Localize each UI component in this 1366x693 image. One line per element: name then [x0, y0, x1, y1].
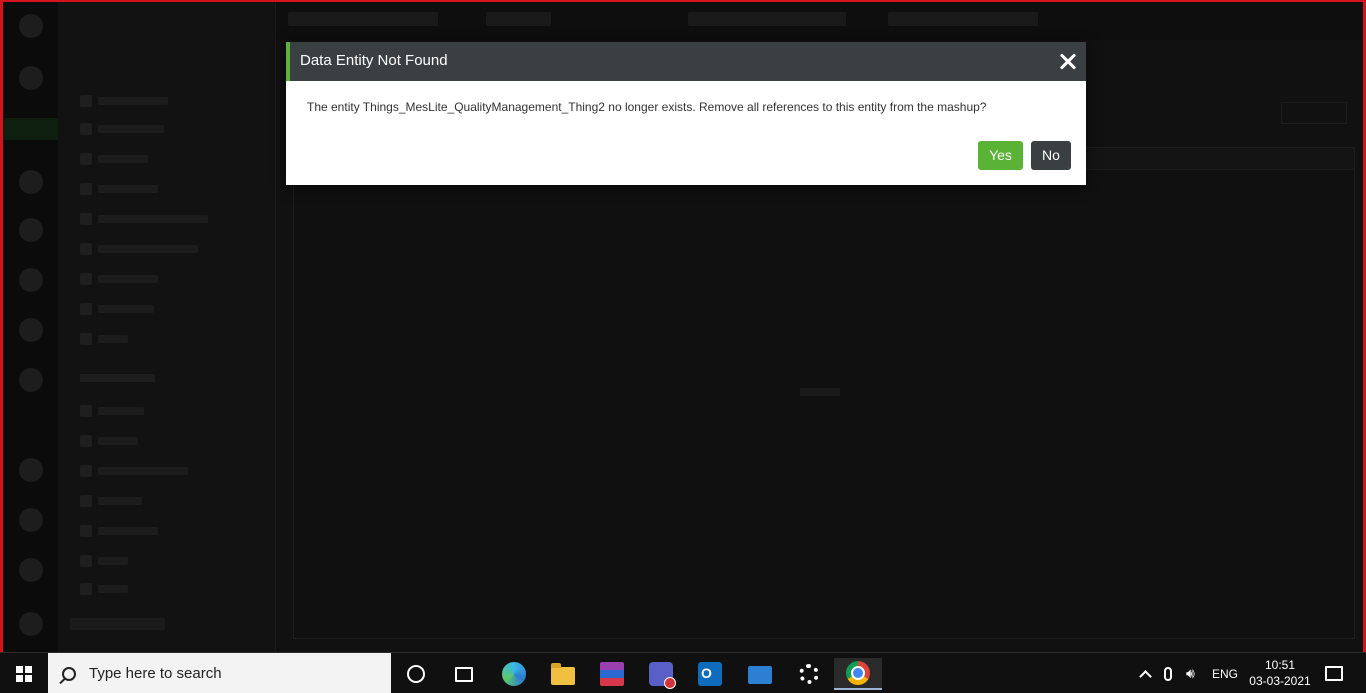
side-panel-item [80, 554, 128, 568]
side-panel [58, 2, 276, 652]
chrome-button[interactable] [834, 658, 882, 690]
app-window: Data Entity Not Found The entity Things_… [0, 0, 1366, 652]
top-tab [888, 12, 1038, 26]
browse-icon [19, 66, 43, 90]
side-panel-logo [70, 618, 165, 630]
close-icon[interactable] [1056, 49, 1080, 73]
top-tab [288, 12, 438, 26]
side-panel-item [80, 272, 158, 286]
side-panel-item [80, 332, 128, 346]
windows-logo-icon [16, 665, 32, 682]
remote-desktop-button[interactable] [736, 658, 784, 690]
top-bar [276, 2, 1363, 40]
teams-button[interactable] [637, 658, 685, 690]
action-center-button[interactable] [1325, 653, 1343, 693]
tools-icon [19, 508, 43, 532]
dialog-header: Data Entity Not Found [286, 42, 1086, 81]
side-panel-item [80, 404, 144, 418]
group-icon [19, 218, 43, 242]
edge-icon [502, 662, 526, 686]
edge-button[interactable] [490, 658, 538, 690]
left-icon-rail [3, 2, 58, 652]
lock-icon [19, 268, 43, 292]
notification-icon [1325, 666, 1343, 681]
clock-time: 10:51 [1264, 658, 1296, 672]
brand-icon [19, 612, 43, 636]
file-explorer-button[interactable] [539, 658, 587, 690]
gear-icon [19, 368, 43, 392]
side-panel-item [80, 152, 148, 166]
side-panel-item [80, 302, 154, 316]
language-button[interactable]: ENG [1212, 653, 1238, 693]
side-panel-item [80, 212, 208, 226]
cortana-icon [407, 665, 425, 683]
microphone-icon [1164, 666, 1172, 681]
side-panel-item [80, 434, 138, 448]
settings-button[interactable] [785, 658, 833, 690]
active-rail-item [3, 118, 58, 140]
windows-taskbar: Type here to search 🔊︎ ENG 10:51 03-03-2… [0, 652, 1366, 693]
cortana-button[interactable] [392, 658, 440, 690]
top-tab [688, 12, 846, 26]
start-button[interactable] [0, 653, 48, 693]
task-view-icon [455, 666, 473, 682]
chrome-icon [846, 661, 870, 685]
empty-state-text [800, 388, 840, 396]
info-icon [19, 458, 43, 482]
file-explorer-icon [551, 662, 575, 685]
yes-button[interactable]: Yes [978, 141, 1023, 170]
monitor-icon [19, 318, 43, 342]
taskbar-search-box[interactable]: Type here to search [48, 653, 391, 693]
speaker-icon: 🔊︎ [1186, 665, 1195, 681]
winrar-icon [600, 662, 624, 686]
settings-icon [799, 664, 819, 684]
chevron-up-icon [1139, 670, 1152, 683]
dialog-title: Data Entity Not Found [300, 52, 448, 69]
volume-button[interactable]: 🔊︎ [1186, 653, 1195, 693]
teams-icon [649, 662, 676, 689]
side-panel-item [80, 242, 198, 256]
user-icon [19, 170, 43, 194]
clock[interactable]: 10:51 03-03-2021 [1240, 657, 1320, 689]
side-panel-item [80, 122, 164, 136]
outlook-icon [698, 662, 722, 686]
side-panel-item [80, 182, 158, 196]
side-panel-item [80, 524, 158, 538]
show-hidden-icons-button[interactable] [1139, 653, 1152, 693]
side-panel-item [80, 464, 188, 478]
help-icon [19, 558, 43, 582]
content-area [293, 147, 1355, 639]
data-entity-not-found-dialog: Data Entity Not Found The entity Things_… [286, 42, 1086, 185]
no-button[interactable]: No [1031, 141, 1071, 170]
task-view-button[interactable] [440, 658, 488, 690]
clock-date: 03-03-2021 [1249, 674, 1311, 688]
dialog-message: The entity Things_MesLite_QualityManagem… [307, 100, 987, 114]
remote-desktop-icon [748, 666, 772, 684]
top-tab [486, 12, 551, 26]
side-panel-item [80, 494, 142, 508]
outlook-button[interactable] [686, 658, 734, 690]
home-icon [19, 14, 43, 38]
side-panel-item [80, 94, 168, 108]
pagination-control [1281, 102, 1347, 124]
side-panel-item [80, 582, 128, 596]
search-icon [62, 666, 76, 681]
language-indicator: ENG [1212, 666, 1239, 681]
winrar-button[interactable] [588, 658, 636, 690]
microphone-button[interactable] [1164, 653, 1172, 693]
side-panel-section-heading [80, 374, 155, 382]
search-placeholder: Type here to search [89, 665, 222, 682]
